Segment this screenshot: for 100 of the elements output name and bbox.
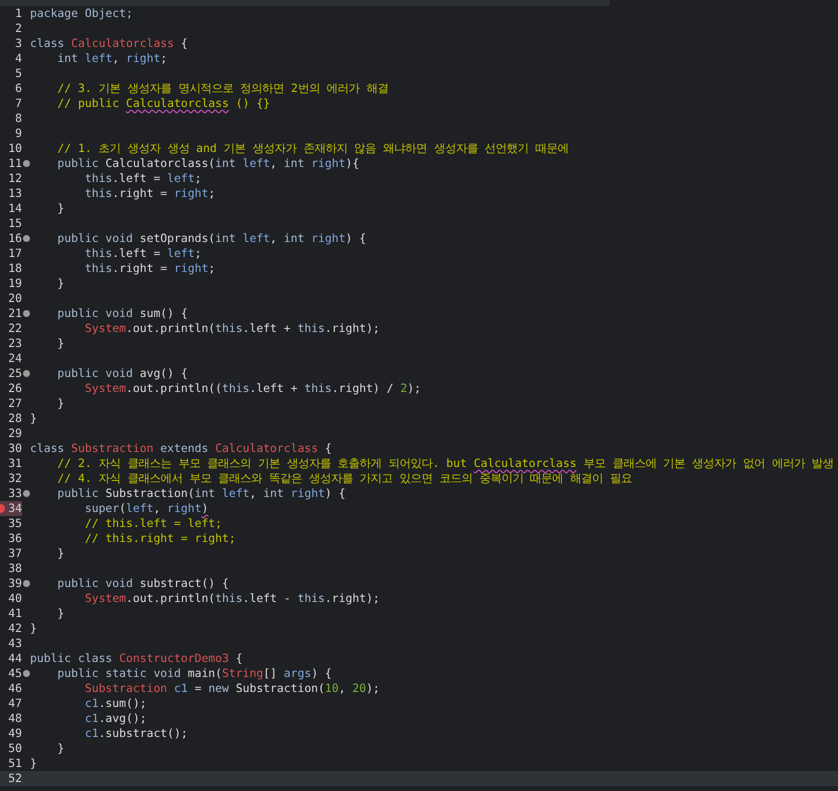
line-number: 12 bbox=[7, 171, 22, 186]
line-number: 18 bbox=[7, 261, 22, 276]
code-line: // 4. 자식 클래스에서 부모 클래스와 똑같은 생성자를 가지고 있으면 코드의 중복이기 때문에 해결이 필요 bbox=[56, 471, 632, 486]
line-number: 10 bbox=[7, 141, 22, 156]
fold-toggle-icon[interactable] bbox=[23, 310, 30, 317]
line-number: 51 bbox=[7, 756, 22, 771]
line-number: 31 bbox=[7, 456, 22, 471]
line-number: 13 bbox=[7, 186, 22, 201]
fold-toggle-icon[interactable] bbox=[23, 580, 30, 587]
line-number: 33 bbox=[7, 486, 22, 501]
line-number: 22 bbox=[7, 321, 22, 336]
line-number: 48 bbox=[7, 711, 22, 726]
line-number: 45 bbox=[7, 666, 22, 681]
code-line: } bbox=[30, 411, 37, 426]
fold-toggle-icon[interactable] bbox=[23, 370, 30, 377]
code-line: } bbox=[56, 276, 64, 291]
code-line: } bbox=[56, 606, 64, 621]
line-number: 27 bbox=[7, 396, 22, 411]
code-line: c1.sum(); bbox=[84, 696, 147, 711]
code-line: class Calculatorclass { bbox=[30, 36, 188, 51]
line-number: 3 bbox=[14, 36, 22, 51]
code-line: } bbox=[30, 756, 37, 771]
line-number: 9 bbox=[14, 126, 22, 141]
code-line: public void sum() { bbox=[56, 306, 188, 321]
line-number: 32 bbox=[7, 471, 22, 486]
code-line: public Calculatorclass(int left, int right){ bbox=[56, 156, 360, 171]
code-line: // 1. 초기 생성자 생성 and 기본 생성자가 존재하지 않음 왜냐하면 생성자를 선언했기 때문에 bbox=[56, 141, 569, 156]
line-number: 43 bbox=[7, 636, 22, 651]
line-number: 6 bbox=[14, 81, 22, 96]
line-number: 26 bbox=[7, 381, 22, 396]
line-number: 16 bbox=[7, 231, 22, 246]
code-line: public Substraction(int left, int right) { bbox=[56, 486, 346, 501]
line-number: 4 bbox=[14, 51, 22, 66]
line-number: 2 bbox=[14, 21, 22, 36]
code-line: this.left = left; bbox=[84, 171, 202, 186]
code-line: public void avg() { bbox=[56, 366, 188, 381]
code-editor[interactable] bbox=[0, 0, 838, 791]
line-number: 35 bbox=[7, 516, 22, 531]
fold-toggle-icon[interactable] bbox=[23, 670, 30, 677]
code-line: System.out.println((this.left + this.right) / 2); bbox=[84, 381, 421, 396]
line-number: 38 bbox=[7, 561, 22, 576]
line-number: 30 bbox=[7, 441, 22, 456]
code-line: class Substraction extends Calculatorclass { bbox=[30, 441, 332, 456]
line-number: 21 bbox=[7, 306, 22, 321]
line-number: 25 bbox=[7, 366, 22, 381]
code-line: // this.left = left; bbox=[84, 516, 222, 531]
line-number: 47 bbox=[7, 696, 22, 711]
fold-toggle-icon[interactable] bbox=[23, 160, 30, 167]
line-number: 15 bbox=[7, 216, 22, 231]
line-number: 5 bbox=[14, 66, 22, 81]
line-number: 49 bbox=[7, 726, 22, 741]
line-number: 24 bbox=[7, 351, 22, 366]
line-number: 19 bbox=[7, 276, 22, 291]
code-line: } bbox=[56, 336, 64, 351]
line-number: 8 bbox=[14, 111, 22, 126]
code-line: } bbox=[30, 621, 37, 636]
line-number: 17 bbox=[7, 246, 22, 261]
code-line: c1.avg(); bbox=[84, 711, 147, 726]
code-line: c1.substract(); bbox=[84, 726, 188, 741]
line-number: 37 bbox=[7, 546, 22, 561]
code-line: super(left, right) bbox=[84, 501, 208, 516]
line-number: 14 bbox=[7, 201, 22, 216]
code-line: public static void main(String[] args) { bbox=[56, 666, 332, 681]
code-line: Substraction c1 = new Substraction(10, 20); bbox=[84, 681, 380, 696]
code-line: package Object; bbox=[30, 6, 133, 21]
line-number: 42 bbox=[7, 621, 22, 636]
line-number: 46 bbox=[7, 681, 22, 696]
line-number: 50 bbox=[7, 741, 22, 756]
line-number: 20 bbox=[7, 291, 22, 306]
code-line: System.out.println(this.left + this.right); bbox=[84, 321, 380, 336]
line-number: 23 bbox=[7, 336, 22, 351]
line-number: 1 bbox=[14, 6, 22, 21]
fold-toggle-icon[interactable] bbox=[23, 490, 30, 497]
line-number: 29 bbox=[7, 426, 22, 441]
code-line: } bbox=[56, 741, 64, 756]
code-line: // public Calculatorclass () {} bbox=[56, 96, 270, 111]
code-line: this.left = left; bbox=[84, 246, 202, 261]
code-line: // this.right = right; bbox=[84, 531, 236, 546]
fold-toggle-icon[interactable] bbox=[23, 235, 30, 242]
code-line: int left, right; bbox=[56, 51, 168, 66]
code-line: public void substract() { bbox=[56, 576, 229, 591]
line-number: 11 bbox=[7, 156, 22, 171]
code-line: // 2. 자식 클래스는 부모 클래스의 기본 생성자를 호출하게 되어있다. but Calculatorclass 부모 클래스에 기본 생성자가 없어 에러가 발생 bbox=[56, 456, 834, 471]
line-number: 36 bbox=[7, 531, 22, 546]
code-line: System.out.println(this.left - this.right); bbox=[84, 591, 380, 606]
code-line: this.right = right; bbox=[84, 186, 216, 201]
code-line: public class ConstructorDemo3 { bbox=[30, 651, 243, 666]
code-line: // 3. 기본 생성자를 명시적으로 정의하면 2번의 에러가 해결 bbox=[56, 81, 389, 96]
line-number: 52 bbox=[7, 771, 22, 786]
code-line: } bbox=[56, 396, 64, 411]
code-line: this.right = right; bbox=[84, 261, 216, 276]
code-line: } bbox=[56, 201, 64, 216]
line-number: 40 bbox=[7, 591, 22, 606]
line-number: 41 bbox=[7, 606, 22, 621]
line-number: 39 bbox=[7, 576, 22, 591]
line-number: 7 bbox=[14, 96, 22, 111]
code-line: public void setOprands(int left, int right) { bbox=[56, 231, 366, 246]
code-line: } bbox=[56, 546, 64, 561]
line-number: 44 bbox=[7, 651, 22, 666]
line-number: 28 bbox=[7, 411, 22, 426]
